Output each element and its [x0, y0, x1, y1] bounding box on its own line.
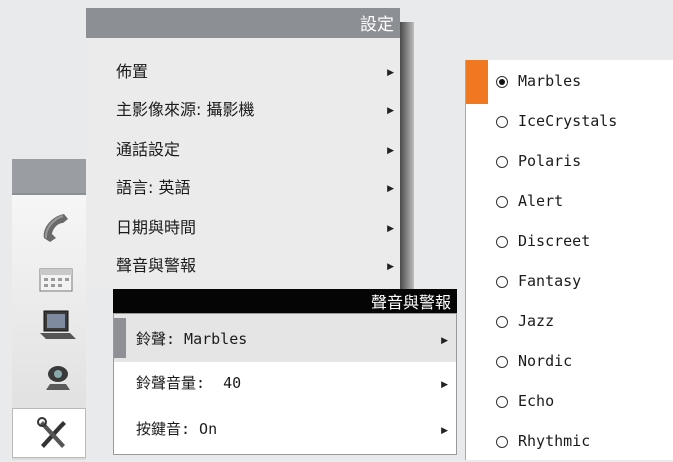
phone-icon[interactable] [34, 207, 82, 247]
ringtone-option-echo[interactable]: Echo [466, 382, 673, 422]
menu-item-sound-alerts[interactable]: 聲音與警報 ▶ [86, 244, 400, 282]
menu-item-date-time[interactable]: 日期與時間 ▶ [86, 206, 400, 244]
radio-icon [496, 316, 508, 328]
menu-item-label: 通話設定 [116, 140, 181, 159]
radio-icon [496, 156, 508, 168]
main-panel-shadow [400, 22, 414, 290]
calendar-icon[interactable] [32, 258, 80, 298]
chevron-right-icon: ▶ [387, 224, 394, 234]
ringtone-name: Nordic [518, 352, 573, 370]
ringtone-option-discreet[interactable]: Discreet [466, 222, 673, 262]
ringtone-list: Marbles IceCrystals Polaris Alert Discre… [465, 60, 673, 460]
radio-icon [496, 196, 508, 208]
chevron-right-icon: ▶ [387, 184, 394, 194]
chevron-right-icon: ▶ [441, 336, 448, 346]
camera-icon[interactable] [34, 357, 82, 397]
menu-item-label: 主影像來源: 攝影機 [116, 100, 255, 119]
menu-item-label: 佈置 [116, 62, 149, 81]
ringtone-name: IceCrystals [518, 112, 618, 130]
icon-sidebar-header [12, 159, 86, 193]
sound-item-ringtone-volume[interactable]: 鈴聲音量: 40 ▶ [114, 362, 456, 402]
chevron-right-icon: ▶ [387, 146, 394, 156]
ringtone-option-jazz[interactable]: Jazz [466, 302, 673, 342]
main-menu-panel: 佈置 ▶ 主影像來源: 攝影機 ▶ 通話設定 ▶ 語言: 英語 ▶ 日期與時間 … [86, 38, 400, 290]
ringtone-name: Rhythmic [518, 432, 591, 450]
ringtone-name: Alert [518, 192, 564, 210]
menu-item-main-source[interactable]: 主影像來源: 攝影機 ▶ [86, 88, 400, 126]
sound-item-key-tones[interactable]: 按鍵音: On ▶ [114, 408, 456, 448]
chevron-right-icon: ▶ [441, 380, 448, 390]
chevron-right-icon: ▶ [387, 262, 394, 272]
radio-icon [496, 396, 508, 408]
ringtone-option-marbles[interactable]: Marbles [466, 62, 673, 102]
menu-item-language[interactable]: 語言: 英語 ▶ [86, 166, 400, 204]
sound-menu-title-bar: 聲音與警報 [113, 289, 457, 313]
ringtone-option-fantasy[interactable]: Fantasy [466, 262, 673, 302]
menu-item-layout[interactable]: 佈置 ▶ [86, 50, 400, 88]
sound-item-label: 按鍵音: On [136, 420, 218, 438]
main-menu-title-bar: 設定 [86, 8, 400, 38]
radio-icon [496, 116, 508, 128]
ringtone-option-nordic[interactable]: Nordic [466, 342, 673, 382]
sound-item-label: 鈴聲: Marbles [136, 330, 248, 348]
chevron-right-icon: ▶ [387, 106, 394, 116]
menu-item-label: 語言: 英語 [116, 178, 191, 197]
sound-item-label: 鈴聲音量: 40 [136, 374, 242, 392]
radio-icon [496, 276, 508, 288]
ringtone-name: Marbles [518, 72, 582, 90]
ringtone-name: Fantasy [518, 272, 582, 290]
radio-icon [496, 356, 508, 368]
ringtone-name: Jazz [518, 312, 555, 330]
menu-item-label: 聲音與警報 [116, 256, 197, 275]
chevron-right-icon: ▶ [441, 426, 448, 436]
sound-item-ringtone[interactable]: 鈴聲: Marbles ▶ [114, 318, 456, 358]
ringtone-option-rhythmic[interactable]: Rhythmic [466, 422, 673, 462]
menu-item-label: 日期與時間 [116, 218, 197, 237]
menu-item-call-settings[interactable]: 通話設定 ▶ [86, 128, 400, 166]
chevron-right-icon: ▶ [387, 68, 394, 78]
ringtone-name: Echo [518, 392, 555, 410]
ringtone-option-polaris[interactable]: Polaris [466, 142, 673, 182]
ringtone-option-icecrystals[interactable]: IceCrystals [466, 102, 673, 142]
main-menu-title: 設定 [360, 15, 394, 35]
laptop-icon[interactable] [34, 305, 82, 345]
sound-menu-panel: 鈴聲: Marbles ▶ 鈴聲音量: 40 ▶ 按鍵音: On ▶ [113, 313, 457, 455]
ringtone-option-alert[interactable]: Alert [466, 182, 673, 222]
radio-selected-icon [496, 76, 508, 88]
tools-icon [35, 415, 71, 455]
ringtone-name: Discreet [518, 232, 591, 250]
radio-icon [496, 436, 508, 448]
ringtone-name: Polaris [518, 152, 582, 170]
tools-button[interactable] [12, 408, 86, 458]
sound-menu-title: 聲音與警報 [370, 293, 451, 312]
radio-icon [496, 236, 508, 248]
